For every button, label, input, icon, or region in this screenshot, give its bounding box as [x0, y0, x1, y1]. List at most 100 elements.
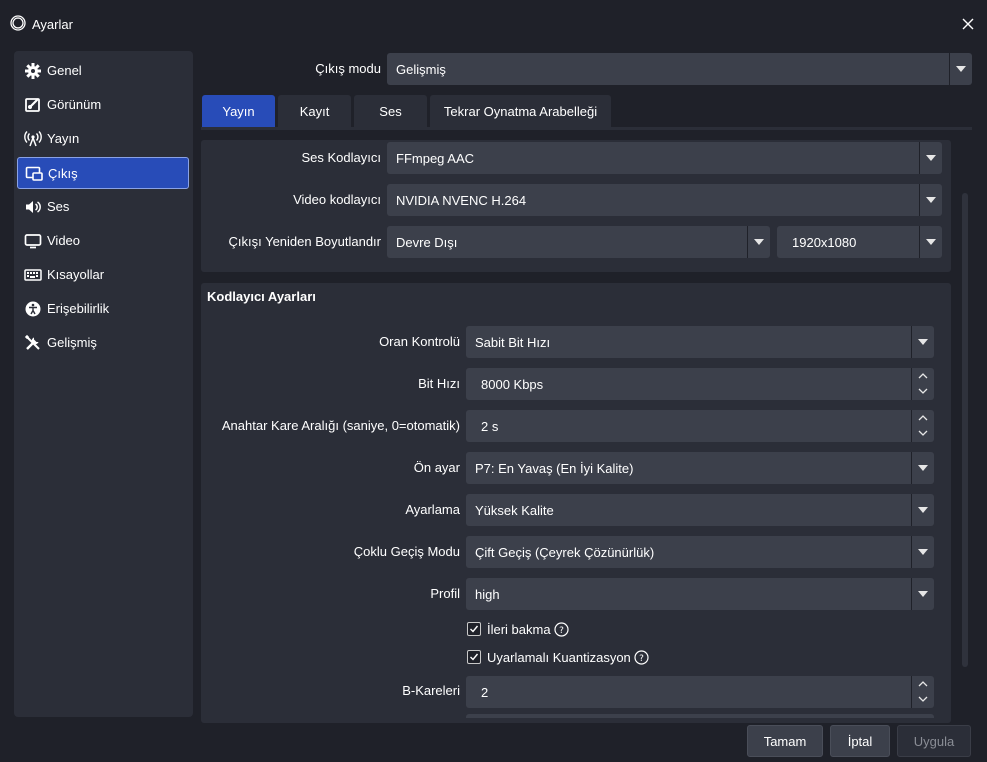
adaptive-quantization-label: Uyarlamalı Kuantizasyon [487, 650, 631, 665]
profile-select[interactable]: high [466, 578, 934, 610]
tuning-label: Ayarlama [405, 502, 460, 517]
spin-down-button[interactable] [912, 426, 934, 442]
encoder-settings-title: Kodlayıcı Ayarları [207, 289, 316, 304]
chevron-down-icon [911, 536, 934, 568]
chevron-down-icon [911, 494, 934, 526]
keyframe-interval-spinbox[interactable]: 2 s [466, 410, 934, 442]
multipass-value: Çift Geçiş (Çeyrek Çözünürlük) [475, 545, 655, 560]
output-icon [25, 166, 43, 181]
spin-buttons [911, 676, 934, 708]
sidebar-item-hotkeys[interactable]: Kısayollar [17, 259, 189, 291]
rescale-resolution-value: 1920x1080 [792, 235, 857, 250]
sidebar-item-label: Ses [47, 199, 70, 214]
sidebar-item-video[interactable]: Video [17, 225, 189, 257]
close-icon[interactable] [958, 14, 978, 34]
preset-label: Ön ayar [413, 460, 460, 475]
rescale-resolution-select[interactable]: 1920x1080 [777, 226, 942, 258]
audio-encoder-select[interactable]: FFmpeg AAC [387, 142, 942, 174]
sidebar-item-advanced[interactable]: Gelişmiş [17, 327, 189, 359]
sidebar-item-appearance[interactable]: Görünüm [17, 89, 189, 121]
window-title: Ayarlar [32, 17, 73, 32]
tab-label: Tekrar Oynatma Arabelleği [443, 104, 598, 119]
spin-up-button[interactable] [912, 410, 934, 426]
tuning-select[interactable]: Yüksek Kalite [466, 494, 934, 526]
preset-value: P7: En Yavaş (En İyi Kalite) [475, 461, 634, 476]
spin-up-button[interactable] [912, 676, 934, 692]
chevron-down-icon [919, 184, 942, 216]
rescale-output-value: Devre Dışı [396, 235, 458, 250]
chevron-down-icon [911, 578, 934, 610]
apply-button[interactable]: Uygula [897, 725, 971, 757]
sidebar-item-label: Video [47, 233, 81, 248]
bitrate-value: 8000 Kbps [481, 377, 544, 392]
chevron-down-icon [918, 696, 928, 702]
scrollbar-thumb[interactable] [962, 193, 968, 667]
sidebar-item-output[interactable]: Çıkış [17, 157, 189, 189]
sidebar-item-label: Erişebilirlik [47, 301, 110, 316]
tab-audio[interactable]: Ses [354, 95, 427, 127]
tab-stream[interactable]: Yayın [202, 95, 275, 127]
obs-logo-icon [10, 15, 26, 31]
rate-control-value: Sabit Bit Hızı [475, 335, 551, 350]
profile-value: high [475, 587, 500, 602]
settings-sidebar: Genel Görünüm Yayın Çıkış Ses Video Kısa… [14, 51, 193, 717]
multipass-select[interactable]: Çift Geçiş (Çeyrek Çözünürlük) [466, 536, 934, 568]
spin-down-button[interactable] [912, 384, 934, 400]
spin-buttons [911, 410, 934, 442]
spin-down-button[interactable] [912, 692, 934, 708]
help-icon[interactable]: ? [634, 650, 649, 665]
monitor-icon [24, 234, 42, 249]
sidebar-item-stream[interactable]: Yayın [17, 123, 189, 155]
adaptive-quantization-checkbox[interactable] [467, 650, 481, 664]
svg-text:?: ? [559, 626, 564, 636]
sidebar-item-audio[interactable]: Ses [17, 191, 189, 223]
chevron-down-icon [911, 326, 934, 358]
rescale-output-select[interactable]: Devre Dışı [387, 226, 770, 258]
keyboard-icon [24, 269, 42, 281]
chevron-down-icon [919, 226, 942, 258]
bitrate-spinbox[interactable]: 8000 Kbps [466, 368, 934, 400]
sidebar-item-label: Gelişmiş [47, 335, 97, 350]
keyframe-interval-label: Anahtar Kare Aralığı (saniye, 0=otomatik… [221, 418, 460, 433]
title-bar: Ayarlar [0, 0, 987, 48]
button-label: Uygula [913, 734, 955, 749]
cancel-button[interactable]: İptal [830, 725, 890, 757]
tab-divider [201, 127, 972, 130]
chevron-down-icon [911, 452, 934, 484]
tab-recording[interactable]: Kayıt [278, 95, 351, 127]
help-icon[interactable]: ? [554, 622, 569, 637]
b-frames-spinbox[interactable]: 2 [466, 676, 934, 708]
output-mode-value: Gelişmiş [396, 62, 446, 77]
chevron-down-icon [918, 388, 928, 394]
tab-replay-buffer[interactable]: Tekrar Oynatma Arabelleği [430, 95, 611, 127]
b-frames-value: 2 [481, 685, 489, 700]
ok-button[interactable]: Tamam [747, 725, 823, 757]
video-encoder-value: NVIDIA NVENC H.264 [396, 193, 527, 208]
lookahead-label: İleri bakma [487, 622, 551, 637]
multipass-label: Çoklu Geçiş Modu [353, 544, 460, 559]
tab-label: Ses [379, 104, 402, 119]
tab-label: Yayın [222, 104, 255, 119]
tab-label: Kayıt [299, 104, 330, 119]
sidebar-item-general[interactable]: Genel [17, 55, 189, 87]
sidebar-item-label: Kısayollar [47, 267, 105, 282]
appearance-icon [25, 98, 40, 112]
rate-control-label: Oran Kontrolü [379, 334, 460, 349]
tools-icon [24, 334, 40, 350]
preset-select[interactable]: P7: En Yavaş (En İyi Kalite) [466, 452, 934, 484]
chevron-down-icon [747, 226, 770, 258]
profile-label: Profil [430, 586, 460, 601]
b-frames-label: B-Kareleri [402, 683, 460, 698]
rate-control-select[interactable]: Sabit Bit Hızı [466, 326, 934, 358]
chevron-down-icon [949, 53, 972, 85]
sidebar-item-accessibility[interactable]: Erişebilirlik [17, 293, 189, 325]
button-label: Tamam [763, 734, 807, 749]
spin-up-button[interactable] [912, 368, 934, 384]
lookahead-checkbox[interactable] [467, 622, 481, 636]
audio-encoder-value: FFmpeg AAC [396, 151, 475, 166]
chevron-up-icon [918, 681, 928, 687]
output-mode-select[interactable]: Gelişmiş [387, 53, 972, 85]
output-mode-label: Çıkış modu [315, 61, 381, 76]
keyframe-interval-value: 2 s [481, 419, 499, 434]
video-encoder-select[interactable]: NVIDIA NVENC H.264 [387, 184, 942, 216]
